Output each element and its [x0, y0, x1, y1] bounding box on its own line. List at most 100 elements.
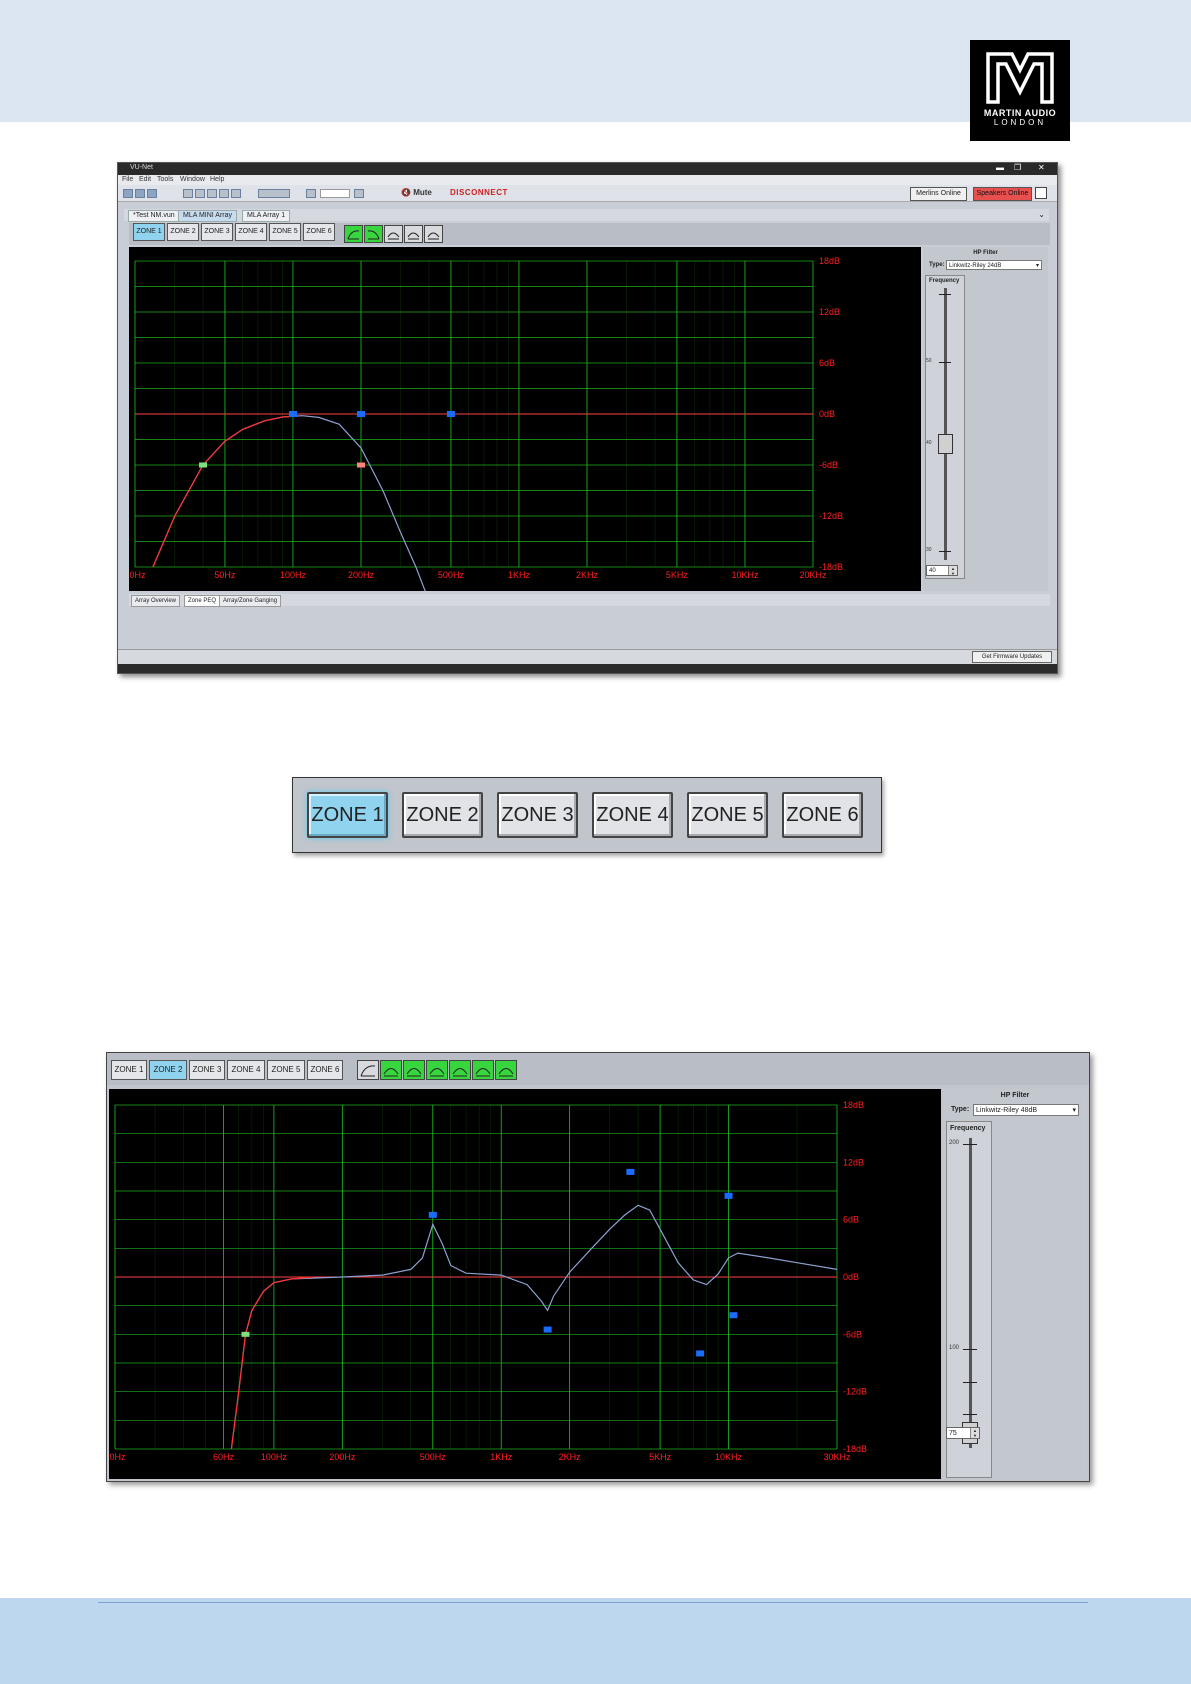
zone-4-button[interactable]: ZONE 4 — [235, 223, 267, 241]
menu-file[interactable]: File — [122, 176, 133, 183]
copy-icon[interactable] — [195, 189, 205, 198]
y-tick-label: 6dB — [819, 358, 835, 368]
slider-tick — [939, 294, 951, 295]
zone-6-button-large[interactable]: ZONE 6 — [782, 792, 863, 838]
peq-band-3-icon[interactable] — [426, 1060, 448, 1080]
peq-handle-marker[interactable] — [288, 411, 297, 417]
open-folder-icon[interactable] — [135, 189, 145, 198]
hp-handle-marker[interactable] — [199, 462, 208, 468]
tab-array-zone-ganging[interactable]: Array/Zone Ganging — [219, 595, 282, 607]
zone-2-button-large[interactable]: ZONE 2 — [402, 792, 483, 838]
minimize-icon[interactable]: ▬ — [996, 163, 1004, 172]
peq-handle-marker[interactable] — [446, 411, 455, 417]
x-tick-label: 10KHz — [731, 570, 759, 580]
undo-icon[interactable] — [219, 189, 229, 198]
filter-type-select[interactable]: Linkwitz-Riley 48dB ▾ — [973, 1104, 1079, 1116]
zone-6-button[interactable]: ZONE 6 — [303, 223, 335, 241]
frequency-response-chart-2[interactable]: 20Hz 60Hz 100Hz 200Hz 500Hz 1KHz 2KHz 5KHz 10KHz… — [104, 1089, 941, 1479]
peq-band-3-icon[interactable] — [424, 225, 443, 243]
restore-icon[interactable]: ❐ — [1014, 163, 1021, 172]
x-tick-label: 1KHz — [508, 570, 531, 580]
menu-tools[interactable]: Tools — [157, 176, 173, 183]
lp-filter-toggle-icon[interactable] — [364, 225, 383, 243]
frequency-spinbox[interactable]: 40 ▲ ▼ — [926, 565, 958, 576]
zoom-in-icon[interactable] — [354, 189, 364, 198]
peq-graph-zone-1[interactable]: 20Hz 50Hz 100Hz 200Hz 500Hz 1KHz 2KHz 5KHz 10KHz… — [124, 247, 921, 602]
new-file-icon[interactable] — [123, 189, 133, 198]
tab-mla-mini-array[interactable]: MLA MINI Array — [178, 210, 238, 222]
zone-3-button-large[interactable]: ZONE 3 — [497, 792, 578, 838]
merlins-online-button[interactable]: Merlins Online — [910, 187, 967, 201]
peq-graph-zone-2[interactable]: 20Hz 60Hz 100Hz 200Hz 500Hz 1KHz 2KHz 5KHz 10KHz… — [104, 1089, 941, 1479]
zone-4-button[interactable]: ZONE 4 — [227, 1060, 265, 1080]
zone-3-button[interactable]: ZONE 3 — [201, 223, 233, 241]
zone-1-button[interactable]: ZONE 1 — [133, 223, 165, 241]
zone-5-button[interactable]: ZONE 5 — [267, 1060, 305, 1080]
peq-band-4-icon[interactable] — [449, 1060, 471, 1080]
x-tick-label: 100Hz — [280, 570, 307, 580]
peq-handle-marker[interactable] — [357, 411, 365, 417]
zone-1-button-large[interactable]: ZONE 1 — [307, 792, 388, 838]
hp-filter-panel-2: HP Filter Type: Linkwitz-Riley 48dB ▾ Fre… — [943, 1089, 1087, 1479]
close-icon[interactable]: ✕ — [1038, 163, 1045, 172]
tab-test-nm[interactable]: *Test NM.vun — [128, 210, 180, 222]
frequency-slider-track[interactable] — [944, 288, 947, 560]
y-tick-label: -6dB — [819, 460, 838, 470]
peq-handle-marker[interactable] — [696, 1350, 705, 1357]
cut-icon[interactable] — [183, 189, 193, 198]
menu-edit[interactable]: Edit — [139, 176, 151, 183]
menu-help[interactable]: Help — [210, 176, 224, 183]
peq-handle-marker[interactable] — [428, 1211, 437, 1218]
peq-handle-marker[interactable] — [543, 1326, 552, 1333]
tab-mla-array-1[interactable]: MLA Array 1 — [242, 210, 291, 222]
tab-array-overview[interactable]: Array Overview — [131, 595, 181, 607]
peq-handle-marker[interactable] — [729, 1312, 738, 1319]
menu-window[interactable]: Window — [180, 176, 205, 183]
peq-band-1-icon[interactable] — [384, 225, 403, 243]
zone-selector-bar: ZONE 1 ZONE 2 ZONE 3 ZONE 4 ZONE 5 ZONE … — [129, 223, 1050, 245]
zone-5-button[interactable]: ZONE 5 — [269, 223, 301, 241]
peq-band-5-icon[interactable] — [472, 1060, 494, 1080]
zone-2-button[interactable]: ZONE 2 — [149, 1060, 187, 1080]
frequency-slider-frame: Frequency 200 100 — [946, 1121, 992, 1478]
zoom-out-icon[interactable] — [306, 189, 316, 198]
lp-handle-marker[interactable] — [357, 462, 365, 468]
redo-icon[interactable] — [231, 189, 241, 198]
speakers-online-button[interactable]: Speakers Online — [973, 187, 1032, 201]
x-tick-label: 50Hz — [214, 570, 236, 580]
zoom-level-field[interactable] — [320, 189, 350, 198]
hp-filter-toggle-icon[interactable] — [357, 1060, 379, 1080]
peq-band-6-icon[interactable] — [495, 1060, 517, 1080]
frequency-response-chart[interactable]: 20Hz 50Hz 100Hz 200Hz 500Hz 1KHz 2KHz 5KHz 10KHz… — [124, 247, 921, 602]
hp-filter-toggle-icon[interactable] — [344, 225, 363, 243]
paste-icon[interactable] — [207, 189, 217, 198]
tabs-dropdown-icon[interactable]: ⌄ — [1038, 210, 1045, 219]
spin-arrows-icon[interactable]: ▲ ▼ — [970, 1428, 979, 1438]
disconnect-button[interactable]: DISCONNECT — [450, 188, 508, 197]
peq-band-2-icon[interactable] — [403, 1060, 425, 1080]
zone-3-button[interactable]: ZONE 3 — [189, 1060, 225, 1080]
spin-arrows-icon[interactable]: ▲ ▼ — [948, 566, 957, 576]
peq-handle-marker[interactable] — [626, 1168, 635, 1175]
frequency-slider-thumb[interactable] — [938, 434, 953, 454]
filter-type-select[interactable]: Linkwitz-Riley 24dB ▾ — [946, 260, 1042, 270]
tab-zone-peq[interactable]: Zone PEQ — [184, 595, 221, 607]
zone-5-button-large[interactable]: ZONE 5 — [687, 792, 768, 838]
frequency-label: Frequency — [950, 1125, 986, 1132]
peq-handle-marker[interactable] — [724, 1192, 733, 1199]
speaker-preview-icon[interactable] — [258, 189, 290, 198]
mute-button[interactable]: 🔇 Mute — [401, 188, 432, 197]
panel-toggle-button[interactable] — [1035, 187, 1047, 199]
hp-handle-marker[interactable] — [241, 1331, 250, 1337]
frequency-spinbox[interactable]: 75 ▲ ▼ — [946, 1427, 980, 1439]
zone-2-button[interactable]: ZONE 2 — [167, 223, 199, 241]
zone-6-button[interactable]: ZONE 6 — [307, 1060, 343, 1080]
zone-1-button[interactable]: ZONE 1 — [111, 1060, 147, 1080]
frequency-slider-track[interactable] — [969, 1138, 972, 1448]
zone-4-button-large[interactable]: ZONE 4 — [592, 792, 673, 838]
peq-band-1-icon[interactable] — [380, 1060, 402, 1080]
y-tick-label: 6dB — [843, 1215, 859, 1225]
peq-band-2-icon[interactable] — [404, 225, 423, 243]
get-firmware-updates-button[interactable]: Get Firmware Updates — [972, 651, 1052, 663]
save-icon[interactable] — [147, 189, 157, 198]
